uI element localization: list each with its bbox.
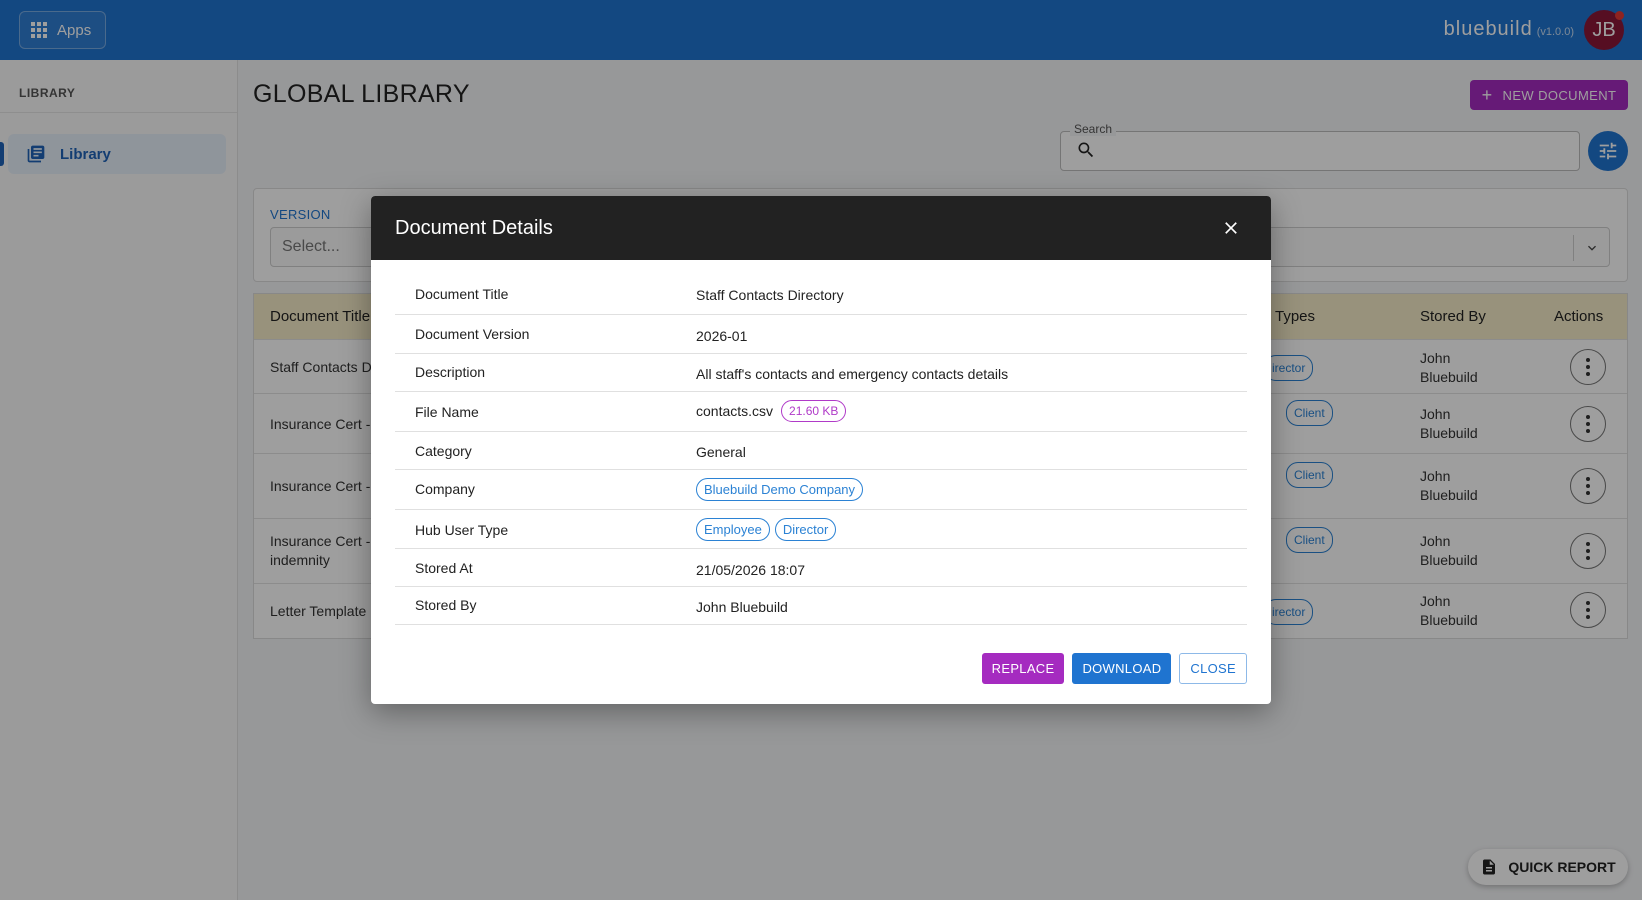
detail-value: 21/05/2026 18:07 xyxy=(696,562,805,578)
detail-label: Stored At xyxy=(415,560,473,576)
detail-value: 2026-01 xyxy=(696,328,748,344)
detail-value: John Bluebuild xyxy=(696,599,788,615)
file-name-value: contacts.csv xyxy=(696,403,774,419)
detail-value: All staff's contacts and emergency conta… xyxy=(696,366,1009,382)
file-size-badge: 21.60 KB xyxy=(781,400,847,422)
detail-row-stored-at: Stored At 21/05/2026 18:07 xyxy=(395,549,1247,587)
detail-label: Category xyxy=(415,443,472,459)
detail-value: General xyxy=(696,444,746,460)
detail-label: Stored By xyxy=(415,597,477,613)
document-details-dialog: Document Details Document Title Staff Co… xyxy=(371,196,1271,704)
detail-row-hub-user-type: Hub User Type Employee Director xyxy=(395,510,1247,549)
detail-label: Description xyxy=(415,364,486,380)
detail-value: contacts.csv 21.60 KB xyxy=(696,400,847,422)
user-type-chip: Director xyxy=(774,518,837,541)
detail-value: Staff Contacts Directory xyxy=(696,287,844,303)
detail-row-category: Category General xyxy=(395,432,1247,470)
dialog-title: Document Details xyxy=(395,216,553,239)
detail-value: Bluebuild Demo Company xyxy=(696,478,864,501)
detail-row-stored-by: Stored By John Bluebuild xyxy=(395,587,1247,625)
detail-label: File Name xyxy=(415,404,479,420)
detail-label: Document Title xyxy=(415,286,509,302)
detail-value: Employee Director xyxy=(696,518,837,541)
download-button[interactable]: DOWNLOAD xyxy=(1072,653,1172,684)
detail-label: Hub User Type xyxy=(415,522,509,538)
detail-row-document-version: Document Version 2026-01 xyxy=(395,315,1247,354)
detail-label: Document Version xyxy=(415,326,530,342)
dialog-actions: REPLACE DOWNLOAD CLOSE xyxy=(981,653,1247,684)
detail-row-description: Description All staff's contacts and eme… xyxy=(395,354,1247,392)
company-chip: Bluebuild Demo Company xyxy=(696,478,864,501)
details-table: Document Title Staff Contacts Directory … xyxy=(395,277,1247,625)
user-type-chip: Employee xyxy=(696,518,770,541)
detail-row-file-name: File Name contacts.csv 21.60 KB xyxy=(395,392,1247,432)
detail-row-document-title: Document Title Staff Contacts Directory xyxy=(395,277,1247,315)
detail-label: Company xyxy=(415,481,475,497)
close-button[interactable]: CLOSE xyxy=(1179,653,1247,684)
replace-button[interactable]: REPLACE xyxy=(981,653,1065,684)
detail-row-company: Company Bluebuild Demo Company xyxy=(395,470,1247,510)
close-icon[interactable] xyxy=(1221,218,1241,238)
dialog-header: Document Details xyxy=(371,196,1271,260)
